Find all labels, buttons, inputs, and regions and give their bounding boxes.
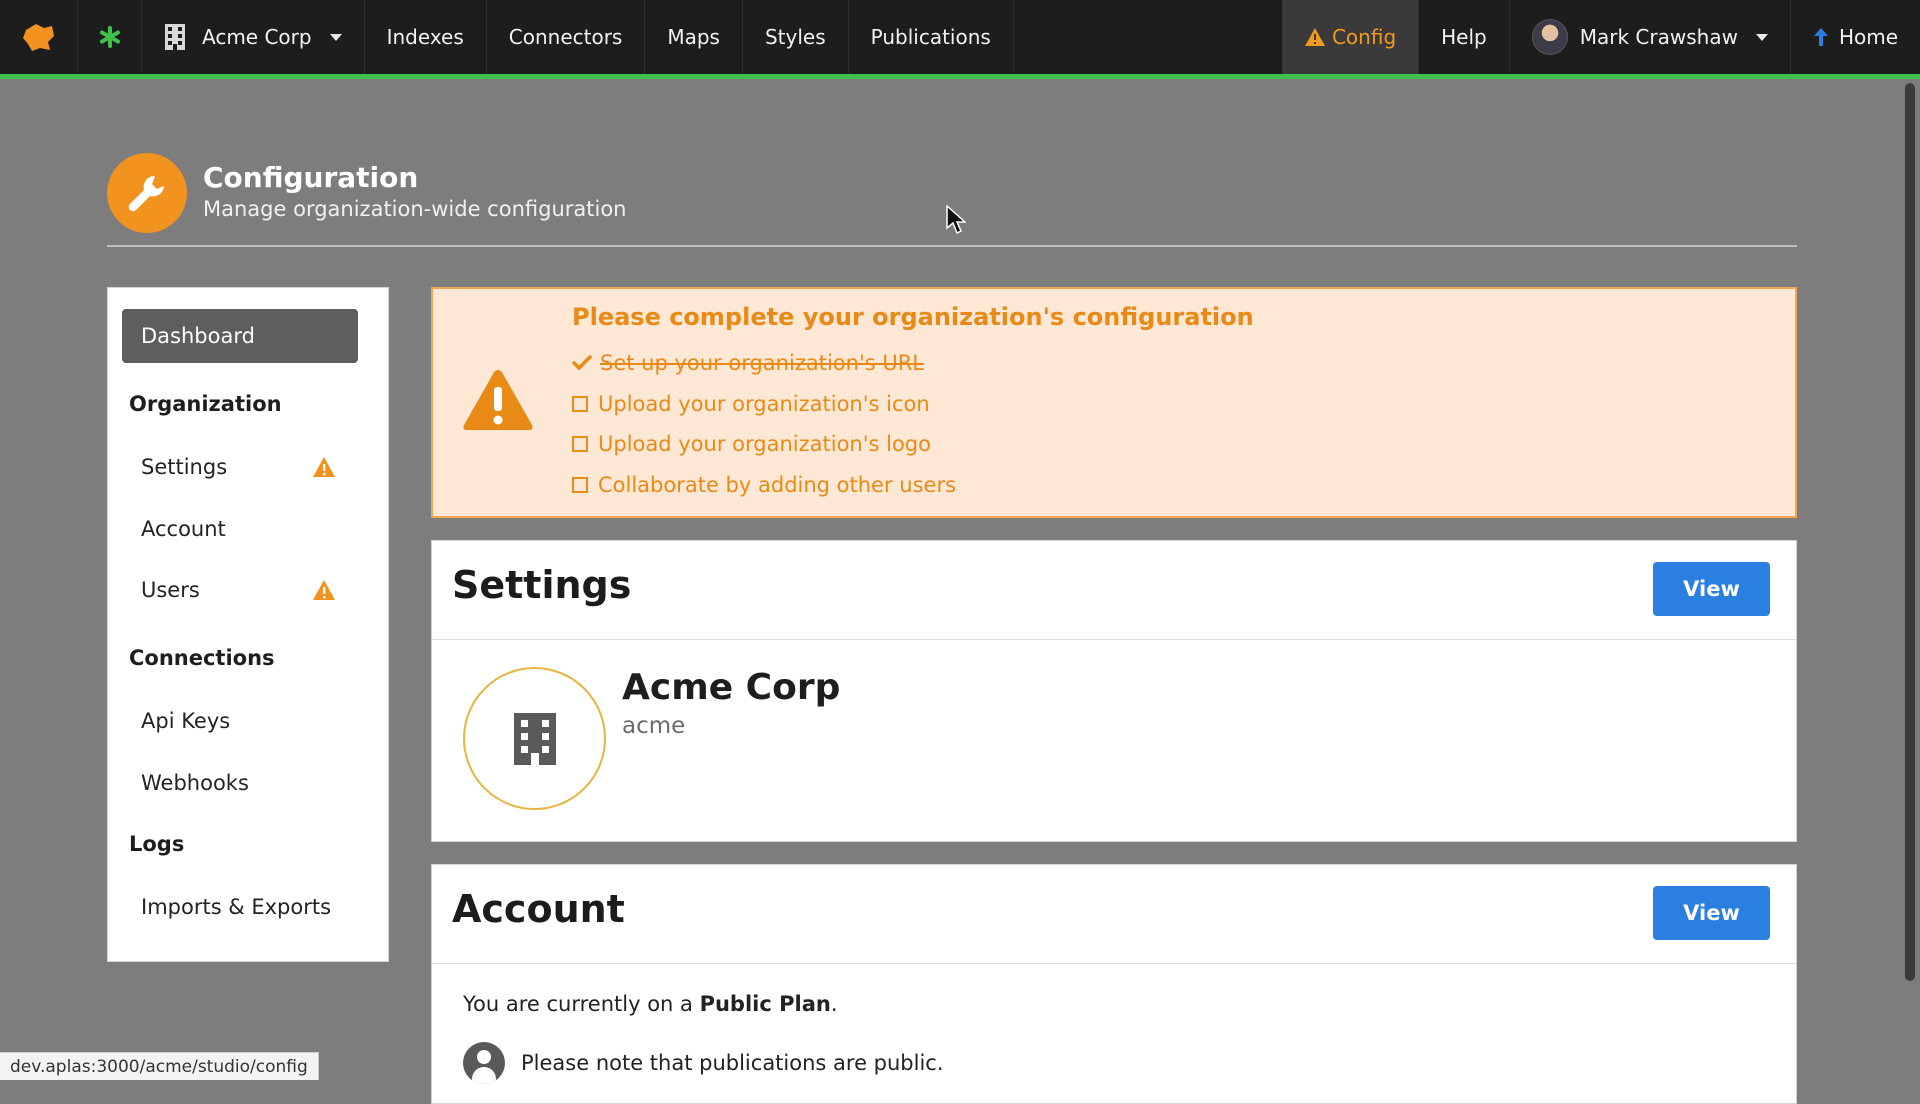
task-label: Set up your organization's URL	[600, 351, 924, 375]
plan-prefix: You are currently on a	[463, 992, 700, 1016]
checkbox-icon	[572, 436, 588, 452]
nav-maps[interactable]: Maps	[645, 0, 743, 74]
sidebar-item-users[interactable]: Users	[122, 563, 358, 617]
user-menu[interactable]: Mark Crawshaw	[1510, 0, 1791, 74]
nav-connectors[interactable]: Connectors	[487, 0, 646, 74]
app-logo[interactable]	[0, 0, 78, 74]
user-icon	[463, 1042, 505, 1084]
org-name: Acme Corp	[622, 667, 841, 708]
account-view-button[interactable]: View	[1653, 886, 1770, 940]
user-name: Mark Crawshaw	[1579, 25, 1738, 49]
sidebar-item-api-keys[interactable]: Api Keys	[122, 694, 358, 748]
public-note: Please note that publications are public…	[463, 1042, 944, 1084]
alert-title: Please complete your organization's conf…	[572, 303, 1254, 331]
checkmark-icon	[572, 355, 592, 371]
warning-icon	[1304, 28, 1325, 46]
sidebar-item-webhooks[interactable]: Webhooks	[122, 756, 358, 810]
warning-icon	[313, 580, 335, 600]
sidebar-item-label: Settings	[141, 455, 228, 479]
chevron-down-icon	[1755, 33, 1768, 41]
arrow-up-icon	[1813, 28, 1828, 46]
plan-suffix: .	[830, 992, 838, 1016]
settings-card: Settings View Acme Corp acme	[431, 540, 1797, 842]
org-switcher-label: Acme Corp	[202, 25, 312, 49]
nav-publications[interactable]: Publications	[849, 0, 1014, 74]
mouse-cursor-icon	[946, 205, 966, 235]
sidebar-heading-organization: Organization	[129, 392, 282, 416]
nav-accent-bar	[0, 74, 1920, 79]
account-card-header: Account View	[432, 865, 1796, 964]
page-subtitle: Manage organization-wide configuration	[203, 197, 627, 221]
building-icon	[165, 24, 185, 50]
config-alert: Please complete your organization's conf…	[431, 287, 1797, 518]
task-item[interactable]: Collaborate by adding other users	[572, 473, 956, 497]
top-navigation: Acme Corp Indexes Connectors Maps Styles…	[0, 0, 1920, 74]
sidebar-item-dashboard[interactable]: Dashboard	[122, 309, 358, 363]
settings-view-button[interactable]: View	[1653, 562, 1770, 616]
account-card-title: Account	[452, 887, 625, 931]
page-title: Configuration	[203, 161, 419, 194]
link-status-bar: dev.aplas:3000/acme/studio/config	[0, 1052, 319, 1080]
asterisk-icon	[99, 26, 120, 48]
task-label: Collaborate by adding other users	[598, 473, 957, 497]
sidebar-item-label: Imports & Exports	[141, 895, 332, 919]
scrollbar[interactable]	[1905, 83, 1915, 981]
settings-card-title: Settings	[452, 563, 632, 607]
plan-name: Public Plan	[699, 992, 831, 1016]
nav-home[interactable]: Home	[1791, 0, 1920, 74]
favorites-star[interactable]	[78, 0, 142, 74]
warning-icon	[313, 457, 335, 477]
sidebar-heading-connections: Connections	[129, 646, 275, 670]
task-label: Upload your organization's icon	[598, 392, 930, 416]
checkbox-icon	[572, 396, 588, 412]
nav-styles[interactable]: Styles	[743, 0, 849, 74]
nav-home-label: Home	[1838, 25, 1898, 49]
task-item[interactable]: Upload your organization's icon	[572, 392, 930, 416]
sidebar-heading-logs: Logs	[129, 832, 185, 856]
nav-indexes[interactable]: Indexes	[365, 0, 487, 74]
warning-icon	[463, 370, 533, 430]
org-slug: acme	[622, 713, 686, 739]
org-switcher[interactable]: Acme Corp	[142, 0, 365, 74]
nav-config-label: Config	[1331, 25, 1397, 49]
sidebar-item-label: Users	[141, 578, 200, 602]
task-item[interactable]: Set up your organization's URL	[572, 351, 924, 375]
nav-help[interactable]: Help	[1419, 0, 1510, 74]
sidebar-item-settings[interactable]: Settings	[122, 440, 358, 494]
sidebar-item-account[interactable]: Account	[122, 502, 358, 556]
sidebar: Dashboard Organization Settings Account …	[107, 287, 389, 962]
public-note-text: Please note that publications are public…	[521, 1051, 944, 1075]
task-label: Upload your organization's logo	[598, 432, 931, 456]
avatar	[1531, 19, 1568, 55]
sidebar-item-imports-exports[interactable]: Imports & Exports	[122, 880, 358, 934]
header-divider	[107, 245, 1797, 247]
chevron-down-icon	[329, 33, 342, 41]
nav-config[interactable]: Config	[1281, 0, 1420, 74]
sidebar-item-label: Api Keys	[141, 709, 231, 733]
app-logo-icon	[22, 24, 54, 51]
wrench-icon	[107, 153, 187, 233]
checkbox-icon	[572, 477, 588, 493]
sidebar-item-label: Account	[141, 517, 226, 541]
building-icon	[513, 712, 556, 765]
plan-text: You are currently on a Public Plan.	[463, 992, 838, 1016]
settings-card-header: Settings View	[432, 541, 1796, 640]
task-item[interactable]: Upload your organization's logo	[572, 432, 931, 456]
sidebar-item-label: Webhooks	[141, 771, 249, 795]
org-icon-placeholder[interactable]	[463, 667, 606, 810]
account-card: Account View You are currently on a Publ…	[431, 864, 1797, 1104]
